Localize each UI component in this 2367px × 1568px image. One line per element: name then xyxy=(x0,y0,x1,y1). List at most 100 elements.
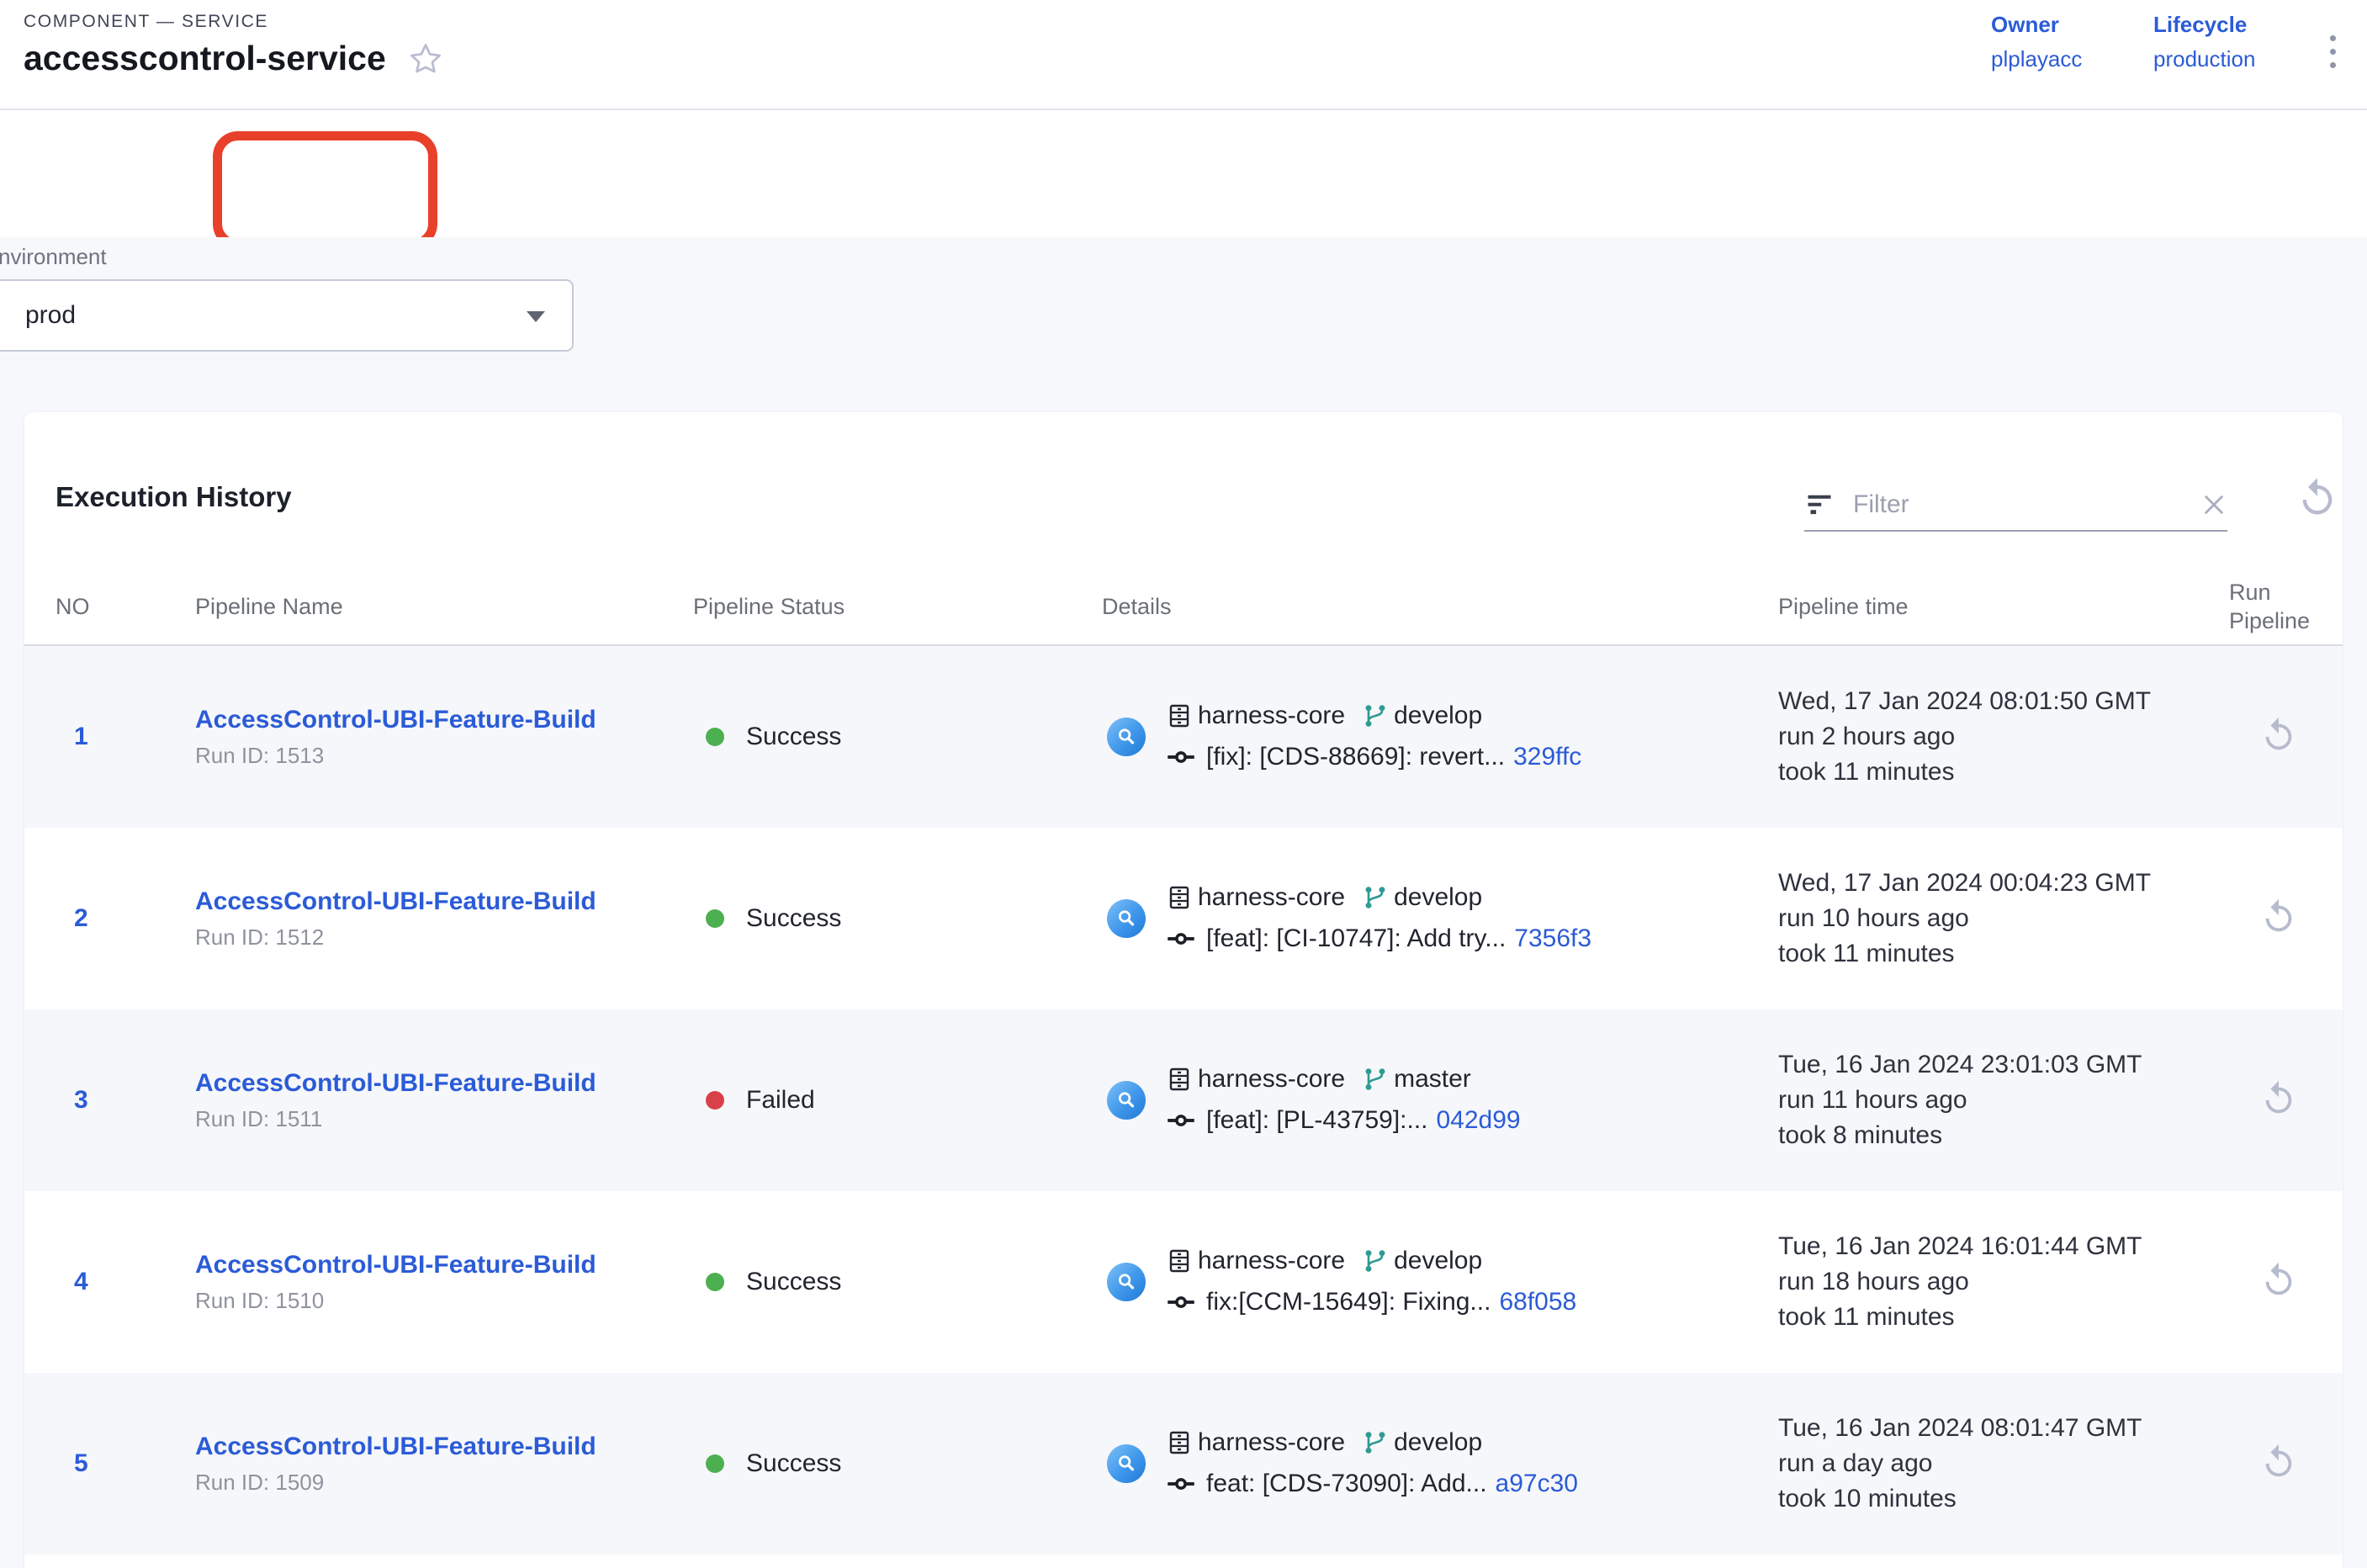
repository-icon xyxy=(1166,702,1193,729)
git-branch-icon xyxy=(1362,884,1389,911)
run-pipeline-icon[interactable] xyxy=(2259,716,2298,755)
commit-sha-link[interactable]: 329ffc xyxy=(1513,743,1581,771)
environment-label: nvironment xyxy=(0,244,107,270)
filter-input[interactable] xyxy=(1853,490,2200,519)
status-text: Failed xyxy=(746,1086,815,1115)
commit-sha-link[interactable]: 7356f3 xyxy=(1514,924,1591,953)
git-commit-icon xyxy=(1166,742,1196,772)
pipeline-avatar xyxy=(1107,718,1146,756)
status-text: Success xyxy=(746,723,841,751)
chevron-down-icon xyxy=(527,311,545,322)
git-branch-icon xyxy=(1362,702,1389,729)
repository-icon xyxy=(1166,1429,1193,1456)
run-pipeline-icon[interactable] xyxy=(2259,898,2298,936)
run-pipeline-icon[interactable] xyxy=(2259,1079,2298,1118)
magnifier-icon xyxy=(1114,1269,1139,1295)
pipeline-name-link[interactable]: AccessControl-UBI-Feature-Build xyxy=(195,1433,596,1460)
commit-sha-link[interactable]: 042d99 xyxy=(1437,1106,1521,1135)
table-header: NO Pipeline Name Pipeline Status Details… xyxy=(24,569,2343,646)
pipeline-name-link[interactable]: AccessControl-UBI-Feature-Build xyxy=(195,706,596,734)
time-date: Tue, 16 Jan 2024 16:01:44 GMT xyxy=(1778,1229,2229,1264)
time-date: Tue, 16 Jan 2024 08:01:47 GMT xyxy=(1778,1411,2229,1446)
owner-label: Owner xyxy=(1991,12,2082,38)
repo-name: harness-core xyxy=(1198,702,1345,730)
time-took: took 11 minutes xyxy=(1778,936,2229,972)
favorite-star-icon[interactable] xyxy=(408,41,443,77)
repo-name: harness-core xyxy=(1198,1428,1345,1457)
kebab-menu-icon[interactable] xyxy=(2325,30,2341,73)
status-dot xyxy=(706,1454,724,1473)
run-id: Run ID: 1512 xyxy=(195,924,693,951)
status-dot xyxy=(706,1091,724,1110)
repository-icon xyxy=(1166,1066,1193,1093)
commit-sha-link[interactable]: 68f058 xyxy=(1499,1288,1576,1316)
run-id: Run ID: 1510 xyxy=(195,1288,693,1314)
pipeline-avatar xyxy=(1107,899,1146,938)
branch-name: master xyxy=(1394,1065,1471,1094)
status-text: Success xyxy=(746,1449,841,1478)
col-run: Run Pipeline xyxy=(2229,578,2347,635)
table-row: 3 AccessControl-UBI-Feature-Build Run ID… xyxy=(24,1009,2343,1191)
col-details: Details xyxy=(1102,592,1778,621)
time-ago: run 10 hours ago xyxy=(1778,901,2229,936)
pipeline-name-link[interactable]: AccessControl-UBI-Feature-Build xyxy=(195,887,596,915)
execution-history-card: Execution History NO Pipeline Name Pipel… xyxy=(24,412,2343,1568)
git-commit-icon xyxy=(1166,1287,1196,1317)
git-commit-icon xyxy=(1166,924,1196,954)
run-pipeline-icon[interactable] xyxy=(2259,1443,2298,1481)
pipeline-avatar xyxy=(1107,1081,1146,1120)
entity-header: COMPONENT — SERVICE accesscontrol-servic… xyxy=(0,0,2367,110)
table-row: 5 AccessControl-UBI-Feature-Build Run ID… xyxy=(24,1373,2343,1555)
execution-history-title: Execution History xyxy=(56,481,292,513)
table-row: 4 AccessControl-UBI-Feature-Build Run ID… xyxy=(24,1191,2343,1373)
lifecycle-label: Lifecycle xyxy=(2153,12,2255,38)
row-number: 1 xyxy=(56,723,195,751)
time-took: took 11 minutes xyxy=(1778,755,2229,790)
col-time: Pipeline time xyxy=(1778,592,2229,621)
table-row: 1 AccessControl-UBI-Feature-Build Run ID… xyxy=(24,646,2343,828)
row-number: 5 xyxy=(56,1449,195,1478)
cicd-tab-content: nvironment prod Execution History NO Pip… xyxy=(0,237,2367,1568)
environment-select[interactable]: prod xyxy=(0,279,574,352)
time-took: took 10 minutes xyxy=(1778,1481,2229,1517)
time-took: took 11 minutes xyxy=(1778,1300,2229,1335)
clear-filter-icon[interactable] xyxy=(2200,491,2227,518)
entity-tabbar: Overview CI/CD Scorecard API Dependencie… xyxy=(0,110,2367,237)
table-row: 2 AccessControl-UBI-Feature-Build Run ID… xyxy=(24,828,2343,1009)
run-id: Run ID: 1511 xyxy=(195,1106,693,1132)
owner-block: Owner plplayacc xyxy=(1991,12,2082,72)
lifecycle-value: production xyxy=(2153,46,2255,72)
lifecycle-block: Lifecycle production xyxy=(2153,12,2255,72)
time-date: Wed, 17 Jan 2024 00:04:23 GMT xyxy=(1778,866,2229,901)
run-pipeline-icon[interactable] xyxy=(2259,1261,2298,1300)
col-name: Pipeline Name xyxy=(195,592,693,621)
row-number: 4 xyxy=(56,1268,195,1296)
run-id: Run ID: 1509 xyxy=(195,1470,693,1496)
status-dot xyxy=(706,909,724,928)
environment-selected-value: prod xyxy=(25,301,76,330)
time-ago: run 2 hours ago xyxy=(1778,719,2229,755)
pipeline-name-link[interactable]: AccessControl-UBI-Feature-Build xyxy=(195,1251,596,1279)
branch-name: develop xyxy=(1394,1428,1482,1457)
repo-name: harness-core xyxy=(1198,1247,1345,1275)
magnifier-icon xyxy=(1114,906,1139,931)
magnifier-icon xyxy=(1114,1088,1139,1113)
time-ago: run a day ago xyxy=(1778,1446,2229,1481)
pipeline-avatar xyxy=(1107,1263,1146,1301)
git-commit-icon xyxy=(1166,1105,1196,1136)
status-text: Success xyxy=(746,904,841,933)
repository-icon xyxy=(1166,884,1193,911)
branch-name: develop xyxy=(1394,883,1482,912)
repository-icon xyxy=(1166,1248,1193,1274)
filter-icon xyxy=(1804,490,1835,520)
status-text: Success xyxy=(746,1268,841,1296)
repo-name: harness-core xyxy=(1198,1065,1345,1094)
commit-message: [feat]: [CI-10747]: Add try... xyxy=(1206,924,1506,953)
page-title: accesscontrol-service xyxy=(24,39,386,78)
owner-link[interactable]: plplayacc xyxy=(1991,46,2082,72)
magnifier-icon xyxy=(1114,724,1139,750)
commit-sha-link[interactable]: a97c30 xyxy=(1496,1470,1578,1498)
refresh-icon[interactable] xyxy=(2296,476,2339,520)
git-branch-icon xyxy=(1362,1429,1389,1456)
pipeline-name-link[interactable]: AccessControl-UBI-Feature-Build xyxy=(195,1069,596,1097)
